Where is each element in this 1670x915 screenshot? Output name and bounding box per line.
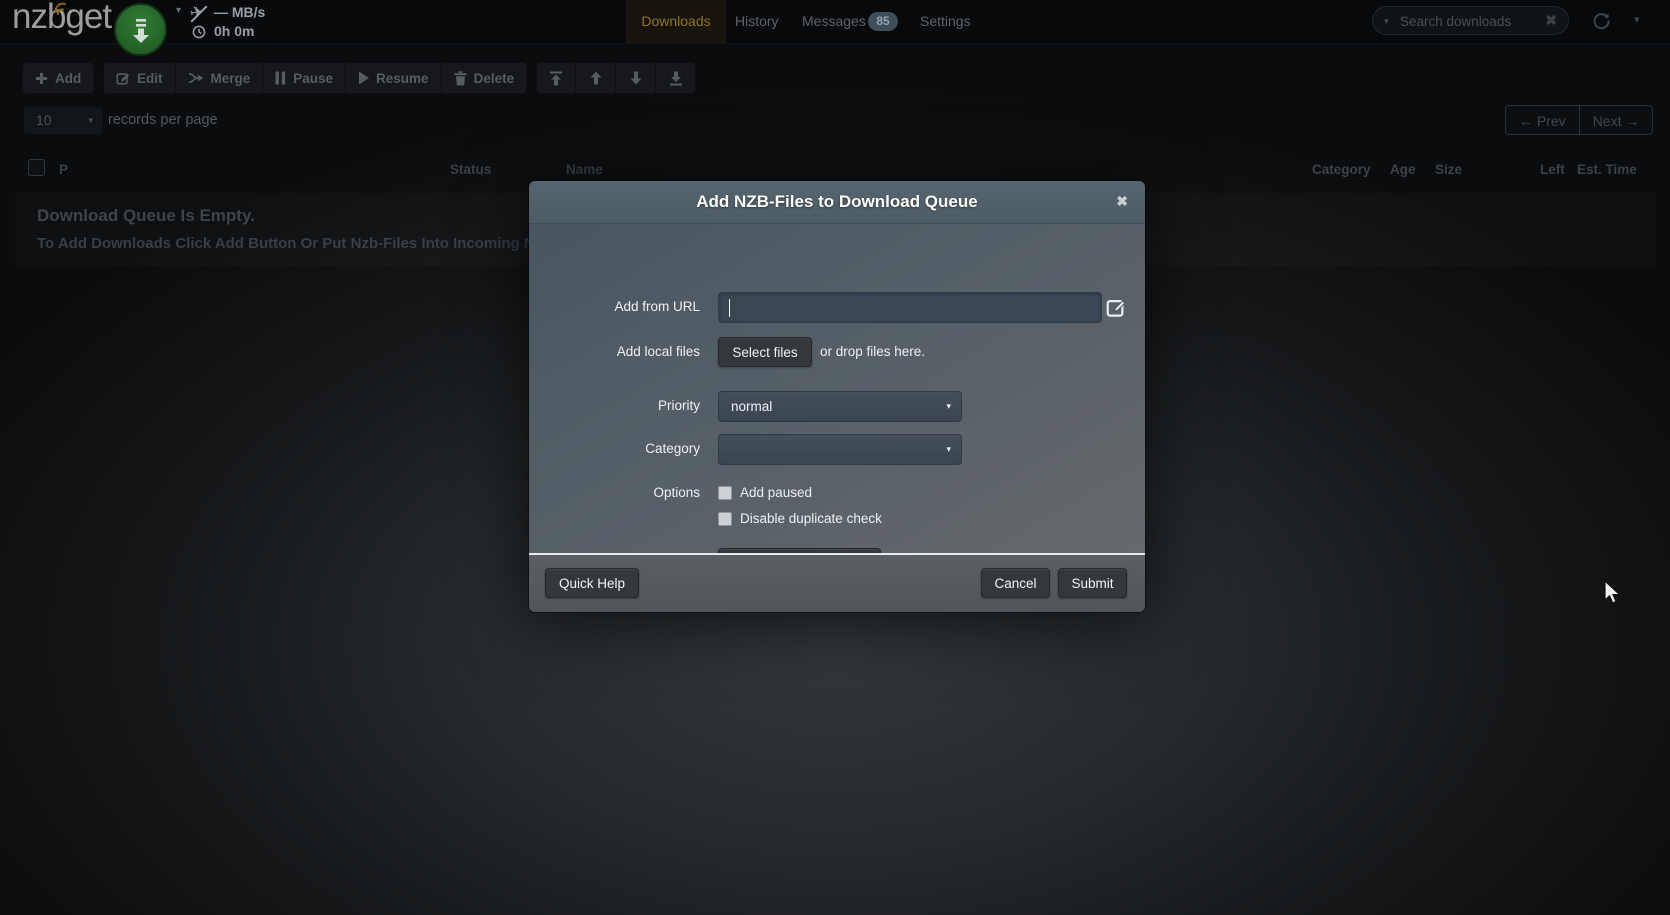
messages-count-badge: 85: [868, 12, 898, 31]
move-bottom-button[interactable]: [656, 62, 696, 94]
arrow-to-top-icon: [549, 71, 563, 86]
column-header-size[interactable]: Size: [1435, 162, 1462, 177]
add-download-menu-button[interactable]: [114, 3, 167, 56]
modal-title: Add NZB-Files to Download Queue: [529, 181, 1145, 223]
modal-body: Add from URL Add local files Select file…: [529, 224, 1145, 553]
refresh-icon[interactable]: [1592, 11, 1611, 30]
search-options-caret-icon[interactable]: ▾: [1384, 16, 1389, 27]
pagination: ← Prev Next →: [1505, 105, 1653, 135]
local-files-label: Add local files: [529, 344, 700, 359]
select-all-checkbox[interactable]: [28, 159, 45, 176]
trash-icon: [454, 71, 467, 86]
disable-duplicate-check-checkbox[interactable]: [718, 512, 732, 526]
modal-footer: Quick Help Cancel Submit: [529, 553, 1145, 612]
arrow-to-bottom-icon: [669, 71, 683, 86]
modal-header: Add NZB-Files to Download Queue ✖: [529, 181, 1145, 224]
resume-button[interactable]: Resume: [346, 62, 442, 94]
move-top-button[interactable]: [536, 62, 576, 94]
merge-button[interactable]: Merge: [176, 62, 264, 94]
navbar: nzbget ▾ ✈ — MB/s 0h 0m Downloads Histor…: [0, 0, 1670, 44]
drop-files-hint: or drop files here.: [820, 344, 925, 359]
add-nzb-modal: Add NZB-Files to Download Queue ✖ Add fr…: [529, 181, 1145, 612]
column-header-est-time[interactable]: Est. Time: [1577, 162, 1637, 177]
select-files-button[interactable]: Select files: [718, 337, 812, 367]
move-down-button[interactable]: [616, 62, 656, 94]
play-icon: [358, 71, 369, 85]
text-caret: [729, 299, 730, 317]
add-button[interactable]: Add: [22, 62, 94, 94]
add-paused-option-label: Add paused: [740, 485, 812, 500]
merge-icon: [188, 71, 204, 85]
next-page-button[interactable]: Next →: [1579, 105, 1654, 135]
nzbget-app: nzbget ▾ ✈ — MB/s 0h 0m Downloads Histor…: [0, 0, 1670, 915]
quick-help-button[interactable]: Quick Help: [545, 568, 639, 598]
priority-value: normal: [731, 399, 772, 414]
select-caret-icon: ▾: [88, 115, 93, 126]
plus-icon: [35, 72, 48, 85]
records-per-page-value: 10: [36, 112, 52, 128]
chevron-down-icon[interactable]: ▾: [176, 5, 181, 16]
speed-indicator[interactable]: — MB/s: [214, 4, 265, 20]
disable-duplicate-check-label: Disable duplicate check: [740, 511, 882, 526]
arrow-up-icon: [589, 71, 603, 85]
cancel-button[interactable]: Cancel: [981, 568, 1050, 598]
move-up-button[interactable]: [576, 62, 616, 94]
tab-history[interactable]: History: [735, 0, 779, 43]
pause-button[interactable]: Pause: [263, 62, 346, 94]
url-input[interactable]: [718, 292, 1102, 323]
download-arrow-icon: [128, 16, 154, 44]
column-header-left[interactable]: Left: [1540, 162, 1565, 177]
tab-messages[interactable]: Messages: [802, 0, 866, 43]
uptime-indicator: 0h 0m: [214, 23, 254, 39]
priority-select[interactable]: normal ▾: [718, 391, 962, 422]
move-buttons-group: [536, 62, 696, 94]
add-paused-checkbox[interactable]: [718, 486, 732, 500]
empty-queue-title: Download Queue Is Empty.: [37, 206, 255, 226]
mouse-cursor: [1603, 580, 1625, 606]
options-label: Options: [529, 485, 700, 500]
select-caret-icon: ▾: [946, 401, 951, 412]
navbar-dropdown-caret-icon[interactable]: ▾: [1634, 13, 1640, 26]
pause-icon: [275, 71, 286, 85]
tab-downloads[interactable]: Downloads: [626, 0, 726, 43]
records-per-page-label: records per page: [108, 112, 218, 128]
column-header-age[interactable]: Age: [1390, 162, 1416, 177]
prev-page-button[interactable]: ← Prev: [1505, 105, 1579, 135]
empty-queue-subtitle: To Add Downloads Click Add Button Or Put…: [37, 235, 551, 252]
column-header-status[interactable]: Status: [450, 162, 491, 177]
url-field-label: Add from URL: [529, 299, 700, 314]
records-per-page-select[interactable]: 10 ▾: [23, 106, 103, 135]
queue-actions-group: Edit Merge Pause Resume: [103, 62, 527, 94]
select-caret-icon: ▾: [946, 444, 951, 455]
search-input[interactable]: [1398, 10, 1532, 33]
category-select[interactable]: ▾: [718, 434, 962, 465]
delete-button[interactable]: Delete: [442, 62, 528, 94]
search-clear-icon[interactable]: ✖: [1545, 12, 1557, 29]
edit-icon: [116, 71, 130, 85]
close-icon[interactable]: ✖: [1116, 193, 1128, 210]
column-header-category[interactable]: Category: [1312, 162, 1371, 177]
signal-arcs-icon: [53, 1, 73, 15]
tab-settings[interactable]: Settings: [920, 0, 971, 43]
submit-button[interactable]: Submit: [1058, 568, 1127, 598]
search-box: ▾ ✖: [1372, 6, 1569, 35]
priority-label: Priority: [529, 398, 700, 413]
column-header-name[interactable]: Name: [566, 162, 603, 177]
category-label: Category: [529, 441, 700, 456]
column-header-priority[interactable]: P: [59, 162, 68, 177]
paste-edit-icon[interactable]: [1106, 297, 1127, 318]
plane-slash-overlay: [189, 5, 209, 23]
clock-icon: [192, 25, 206, 39]
edit-button[interactable]: Edit: [103, 62, 176, 94]
arrow-down-icon: [629, 71, 643, 85]
